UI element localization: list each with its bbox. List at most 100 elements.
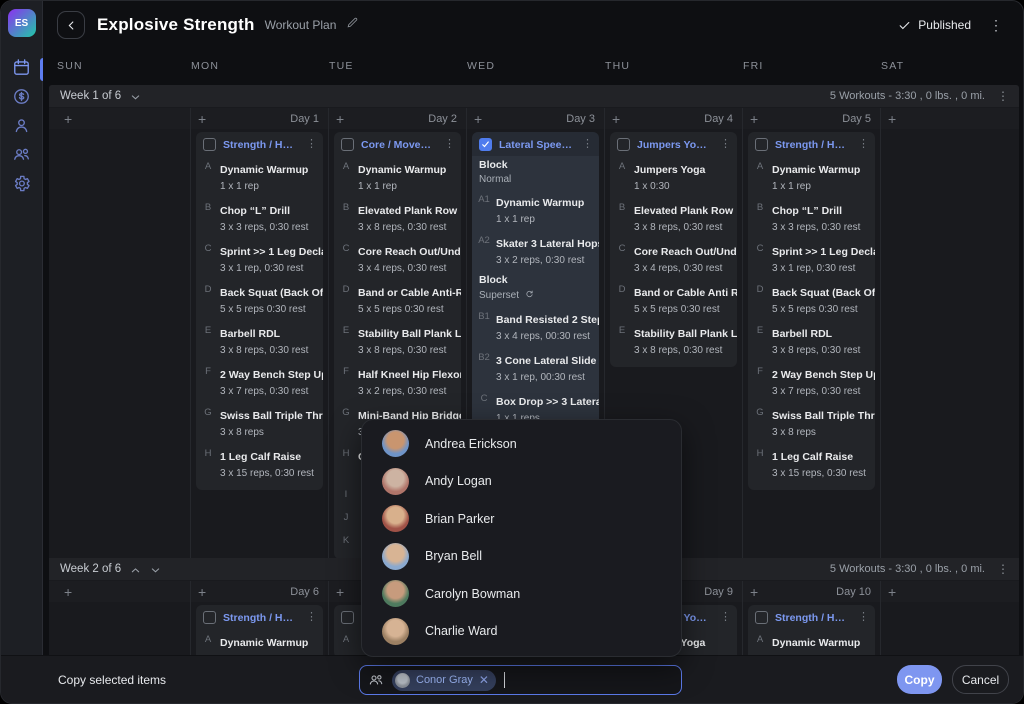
back-button[interactable] — [57, 11, 85, 39]
exercise-row[interactable]: H1 Leg Calf Raise3 x 15 reps, 0:30 rest — [196, 443, 323, 484]
exercise-row[interactable]: BElevated Plank Row3 x 8 reps, 0:30 rest — [334, 197, 461, 238]
sidebar-item-person[interactable] — [1, 113, 43, 142]
exercise-row[interactable]: CSprint >> 1 Leg Declarations3 x 1 rep, … — [748, 238, 875, 279]
assignee-input[interactable]: Conor Gray ✕ — [359, 665, 682, 695]
exercise-row[interactable]: B23 Cone Lateral Slide3 x 1 rep, 00:30 r… — [472, 347, 599, 388]
day-column: Strength / Hypertro... ⋮ ADynamic Warmup1 … — [743, 129, 881, 562]
workout-title[interactable]: Core / Movement Q... — [361, 139, 436, 151]
add-workout-button[interactable]: + — [474, 112, 482, 126]
exercise-row[interactable]: DBand or Cable Anti Rotati...5 x 5 reps … — [610, 279, 737, 320]
workout-card[interactable]: Strength / Hypertro... ⋮ ADynamic Warmup1 … — [196, 132, 323, 490]
exercise-row[interactable]: CSprint >> 1 Leg Declarations3 x 1 rep, … — [196, 238, 323, 279]
workout-title[interactable]: Strength / Hypertro... — [223, 139, 298, 151]
workout-checkbox[interactable] — [203, 611, 216, 624]
cancel-button[interactable]: Cancel — [952, 665, 1009, 694]
workout-menu-kebab-icon[interactable]: ⋮ — [581, 139, 594, 150]
workout-menu-kebab-icon[interactable]: ⋮ — [305, 612, 318, 623]
add-workout-button[interactable]: + — [336, 585, 344, 599]
workout-menu-kebab-icon[interactable]: ⋮ — [857, 612, 870, 623]
exercise-row[interactable]: A1Dynamic Warmup1 x 1 rep — [472, 189, 599, 230]
chip-remove-icon[interactable]: ✕ — [479, 674, 489, 686]
exercise-row[interactable]: B1Band Resisted 2 Step Late...3 x 4 reps… — [472, 306, 599, 347]
week-menu-kebab-icon[interactable]: ⋮ — [993, 561, 1013, 577]
exercise-row[interactable]: DBand or Cable Anti-Rotati...5 x 5 reps … — [334, 279, 461, 320]
exercise-row[interactable]: AJumpers Yoga1 x 0:30 — [610, 156, 737, 197]
workout-checkbox[interactable] — [341, 138, 354, 151]
add-workout-button[interactable]: + — [64, 112, 72, 126]
exercise-row[interactable]: BElevated Plank Row3 x 8 reps, 0:30 rest — [610, 197, 737, 238]
workout-menu-kebab-icon[interactable]: ⋮ — [857, 139, 870, 150]
workout-card[interactable]: Strength / Hypertro... ⋮ ADynamic Warmup1 … — [748, 132, 875, 490]
exercise-row[interactable]: EStability Ball Plank Linear ...3 x 8 re… — [610, 320, 737, 361]
exercise-row[interactable]: F2 Way Bench Step Up3 x 7 reps, 0:30 res… — [196, 361, 323, 402]
sidebar-item-calendar[interactable] — [1, 55, 43, 84]
workout-title[interactable]: Lateral Speed / Plyo — [499, 139, 574, 151]
add-workout-button[interactable]: + — [336, 112, 344, 126]
copy-button[interactable]: Copy — [897, 665, 942, 694]
athlete-option[interactable]: Charlie Ward — [362, 613, 681, 651]
week-collapse-down-icon[interactable] — [150, 564, 161, 575]
athlete-option[interactable]: Andy Logan — [362, 463, 681, 501]
workout-menu-kebab-icon[interactable]: ⋮ — [719, 139, 732, 150]
workout-checkbox[interactable] — [617, 138, 630, 151]
workout-title[interactable]: Strength / Hypertro... — [775, 612, 850, 624]
exercise-row[interactable]: A2Skater 3 Lateral Hops >> ...3 x 2 reps… — [472, 230, 599, 271]
exercise-letter: I — [334, 488, 358, 503]
exercise-name: Box Drop >> 3 Lateral H... — [496, 396, 599, 408]
exercise-row[interactable]: EBarbell RDL3 x 8 reps, 0:30 rest — [748, 320, 875, 361]
week-collapse-down-icon[interactable] — [130, 91, 141, 102]
person-icon — [12, 116, 31, 140]
sidebar-item-people[interactable] — [1, 142, 43, 171]
athlete-option[interactable]: Brian Parker — [362, 500, 681, 538]
workout-checkbox[interactable] — [203, 138, 216, 151]
add-workout-button[interactable]: + — [750, 585, 758, 599]
exercise-row[interactable]: ADynamic Warmup1 x 1 rep — [196, 156, 323, 197]
exercise-row[interactable]: GSwiss Ball Triple Threat3 x 8 reps — [748, 402, 875, 443]
athlete-option[interactable]: Carolyn Bowman — [362, 575, 681, 613]
assignee-chip[interactable]: Conor Gray ✕ — [392, 670, 496, 691]
exercise-row[interactable]: EStability Ball Plank Linear ...3 x 8 re… — [334, 320, 461, 361]
workout-title[interactable]: Strength / Hypertro... — [223, 612, 298, 624]
edit-title-icon[interactable] — [346, 16, 359, 34]
exercise-row[interactable]: ADynamic Warmup1 x 1 rep — [748, 156, 875, 197]
sidebar-item-dollar[interactable] — [1, 84, 43, 113]
add-workout-button[interactable]: + — [888, 585, 896, 599]
workout-checkbox[interactable] — [341, 611, 354, 624]
sidebar-item-gear[interactable] — [1, 171, 43, 200]
plan-menu-kebab-icon[interactable]: ⋮ — [985, 16, 1007, 34]
team-logo[interactable]: ES — [8, 9, 36, 37]
exercise-row[interactable]: EBarbell RDL3 x 8 reps, 0:30 rest — [196, 320, 323, 361]
exercise-row[interactable]: FHalf Kneel Hip Flexor Rais...3 x 2 reps… — [334, 361, 461, 402]
exercise-row[interactable]: BChop “L” Drill3 x 3 reps, 0:30 rest — [748, 197, 875, 238]
exercise-row[interactable]: H1 Leg Calf Raise3 x 15 reps, 0:30 rest — [748, 443, 875, 484]
workout-title[interactable]: Jumpers Yoga / Core — [637, 139, 712, 151]
week-menu-kebab-icon[interactable]: ⋮ — [993, 88, 1013, 104]
workout-menu-kebab-icon[interactable]: ⋮ — [305, 139, 318, 150]
exercise-row[interactable]: BChop “L” Drill3 x 3 reps, 0:30 rest — [196, 197, 323, 238]
exercise-row[interactable]: ADynamic Warmup1 x 1 rep — [334, 156, 461, 197]
workout-checkbox[interactable] — [755, 611, 768, 624]
add-workout-button[interactable]: + — [612, 112, 620, 126]
exercise-row[interactable]: F2 Way Bench Step Up3 x 7 reps, 0:30 res… — [748, 361, 875, 402]
add-workout-button[interactable]: + — [750, 112, 758, 126]
exercise-name: Half Kneel Hip Flexor Rais... — [358, 369, 461, 381]
workout-title[interactable]: Strength / Hypertro... — [775, 139, 850, 151]
exercise-row[interactable]: DBack Squat (Back Off Set)5 x 5 reps 0:3… — [196, 279, 323, 320]
workout-card[interactable]: Jumpers Yoga / Core ⋮ AJumpers Yoga1 x 0:3… — [610, 132, 737, 367]
week-collapse-up-icon[interactable] — [130, 564, 141, 575]
exercise-row[interactable]: GSwiss Ball Triple Threat3 x 8 reps — [196, 402, 323, 443]
workout-checkbox[interactable] — [479, 138, 492, 151]
athlete-option[interactable]: Andrea Erickson — [362, 425, 681, 463]
add-workout-button[interactable]: + — [888, 112, 896, 126]
add-workout-button[interactable]: + — [198, 585, 206, 599]
exercise-row[interactable]: CCore Reach Out/Under3 x 4 reps, 0:30 re… — [610, 238, 737, 279]
published-status[interactable]: Published — [898, 18, 971, 32]
workout-menu-kebab-icon[interactable]: ⋮ — [443, 139, 456, 150]
exercise-row[interactable]: DBack Squat (Back Off Set)5 x 5 reps 0:3… — [748, 279, 875, 320]
workout-menu-kebab-icon[interactable]: ⋮ — [719, 612, 732, 623]
add-workout-button[interactable]: + — [198, 112, 206, 126]
exercise-row[interactable]: CCore Reach Out/Under3 x 4 reps, 0:30 re… — [334, 238, 461, 279]
workout-checkbox[interactable] — [755, 138, 768, 151]
athlete-option[interactable]: Bryan Bell — [362, 538, 681, 576]
add-workout-button[interactable]: + — [64, 585, 72, 599]
